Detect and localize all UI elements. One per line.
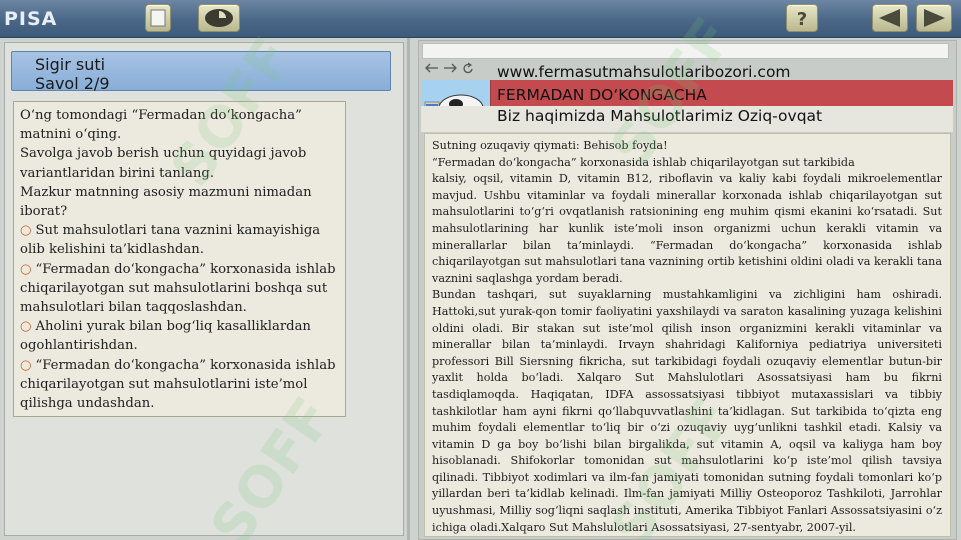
unit-title: Sigir suti [35, 55, 106, 74]
question-header: Sigir suti Savol 2/9 [11, 51, 391, 93]
question-box: O‘ng tomondagi “Fermadan do‘kongacha” ma… [13, 101, 346, 417]
square-icon [150, 9, 166, 27]
article-heading: Sutning ozuqaviy qiymati: Behisob foyda! [432, 139, 668, 152]
back-nav-icon[interactable] [425, 63, 438, 73]
answer-option-1[interactable]: ○ Sut mahsulotlari tana vaznini kamayishi… [20, 221, 339, 259]
question-counter: Savol 2/9 [35, 74, 110, 93]
address-bar-url[interactable]: www.fermasutmahsulotlaribozori.com [497, 63, 791, 81]
article-paragraph: kalsiy, oqsil, vitamin D, vitamin B12, r… [432, 172, 942, 285]
svg-text:?: ? [797, 9, 807, 30]
forward-button[interactable] [916, 4, 952, 32]
browser-tab-strip [422, 43, 949, 59]
prompt-line: Savolga javob berish uchun quyidagi javo… [20, 146, 307, 181]
square-button[interactable] [145, 4, 171, 32]
back-arrow-icon [879, 9, 900, 27]
help-icon: ? [797, 9, 807, 30]
option-label: “Fermadan do‘kongacha” korxonasida ishla… [20, 357, 336, 412]
article-subheading: “Fermadan do‘kongacha” korxonasida ishla… [432, 155, 855, 169]
eye-button[interactable] [198, 4, 240, 32]
pisa-logo: PISA [4, 8, 58, 30]
option-label: “Fermadan do‘kongacha” korxonasida ishla… [20, 261, 336, 316]
site-nav-links[interactable]: Biz haqimizda Mahsulotlarimiz Oziq-ovqat [497, 107, 822, 125]
eye-icon [205, 9, 233, 27]
answer-option-3[interactable]: ○ Aholini yurak bilan bog‘liq kasalliklar… [20, 317, 339, 355]
article-body: Sutning ozuqaviy qiymati: Behisob foyda!… [424, 133, 951, 537]
answer-option-2[interactable]: ○ “Fermadan do‘kongacha” korxonasida ishl… [20, 260, 339, 318]
site-title: FERMADAN DO‘KONGACHA [497, 86, 707, 104]
option-label: Aholini yurak bilan bog‘liq kasalliklard… [20, 319, 311, 354]
help-button[interactable]: ? [786, 4, 818, 32]
prompt-line: Mazkur matnning asosiy mazmuni nimadan i… [20, 184, 312, 220]
radio-icon[interactable]: ○ [20, 358, 32, 373]
radio-icon[interactable]: ○ [20, 223, 32, 238]
radio-icon[interactable]: ○ [20, 262, 32, 277]
option-label: Sut mahsulotlari tana vaznini kamayishig… [20, 223, 321, 258]
back-button[interactable] [872, 4, 908, 32]
radio-icon[interactable]: ○ [20, 319, 32, 334]
article-paragraph: Bundan tashqari, sut suyaklarning mustah… [432, 288, 942, 534]
forward-arrow-icon [924, 9, 945, 27]
reload-icon[interactable] [463, 62, 473, 74]
prompt-line: O‘ng tomondagi “Fermadan do‘kongacha” ma… [20, 108, 302, 143]
top-toolbar: PISA ? [0, 0, 961, 38]
answer-option-4[interactable]: ○ “Fermadan do‘kongacha” korxonasida ishl… [20, 356, 339, 414]
browser-nav-icons [425, 62, 473, 74]
browser-nav [422, 61, 502, 75]
forward-nav-icon[interactable] [444, 63, 457, 73]
